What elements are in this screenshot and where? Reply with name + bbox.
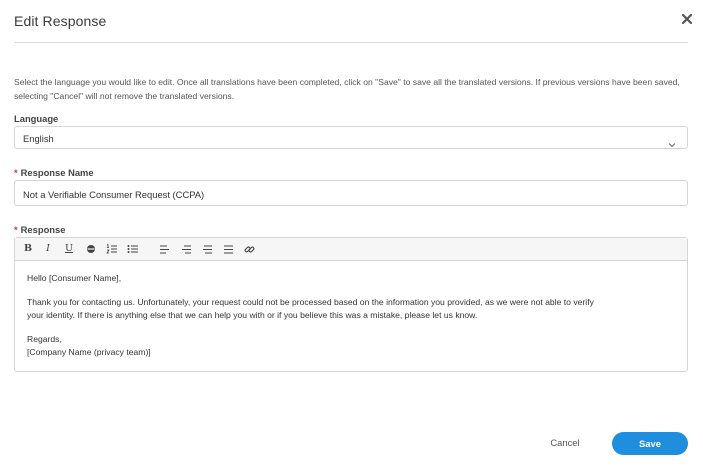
response-name-input[interactable]: Not a Verifiable Consumer Request (CCPA) (14, 180, 688, 206)
language-select[interactable]: English (14, 126, 688, 149)
close-icon[interactable] (680, 12, 696, 28)
sign-off-line: Regards, (27, 334, 62, 345)
language-selected-value: English (23, 133, 54, 144)
align-left-icon[interactable] (157, 242, 171, 256)
language-label: Language (14, 113, 59, 124)
body-line-2: your identity. If there is anything else… (27, 309, 478, 320)
align-right-icon[interactable] (200, 242, 214, 256)
modal-header: Edit Response (14, 0, 693, 43)
response-label: Response (20, 224, 66, 235)
intro-text: Select the language you would like to ed… (14, 77, 680, 101)
align-justify-icon[interactable] (221, 242, 235, 256)
bold-icon[interactable]: B (21, 242, 35, 256)
chevron-down-icon (668, 135, 676, 148)
italic-icon[interactable]: I (41, 242, 55, 256)
response-editor[interactable]: B I U Hello [Consumer Name], Thank you f… (14, 237, 688, 372)
ordered-list-icon[interactable] (105, 242, 119, 256)
response-name-label-row: * Response Name (14, 167, 94, 178)
required-marker: * (14, 167, 18, 178)
signature-line: [Company Name (privacy team)] (27, 346, 151, 357)
save-button[interactable]: Save (612, 432, 688, 455)
edit-response-modal: Edit Response Select the language you wo… (0, 0, 703, 469)
bullet-list-icon[interactable] (126, 242, 140, 256)
response-name-label: Response Name (20, 167, 94, 178)
modal-title: Edit Response (14, 13, 107, 29)
cancel-button[interactable]: Cancel (540, 437, 590, 451)
strikethrough-icon[interactable] (84, 242, 98, 256)
response-name-value: Not a Verifiable Consumer Request (CCPA) (23, 189, 205, 200)
editor-content[interactable]: Hello [Consumer Name], Thank you for con… (27, 272, 677, 358)
body-line-1: Thank you for contacting us. Unfortunate… (27, 297, 594, 308)
align-center-icon[interactable] (179, 242, 193, 256)
response-label-row: * Response (14, 224, 65, 235)
greeting-line: Hello [Consumer Name], (27, 273, 122, 283)
required-marker: * (14, 224, 18, 235)
editor-toolbar: B I U (15, 238, 687, 261)
underline-icon[interactable]: U (62, 242, 76, 256)
link-icon[interactable] (242, 242, 256, 256)
